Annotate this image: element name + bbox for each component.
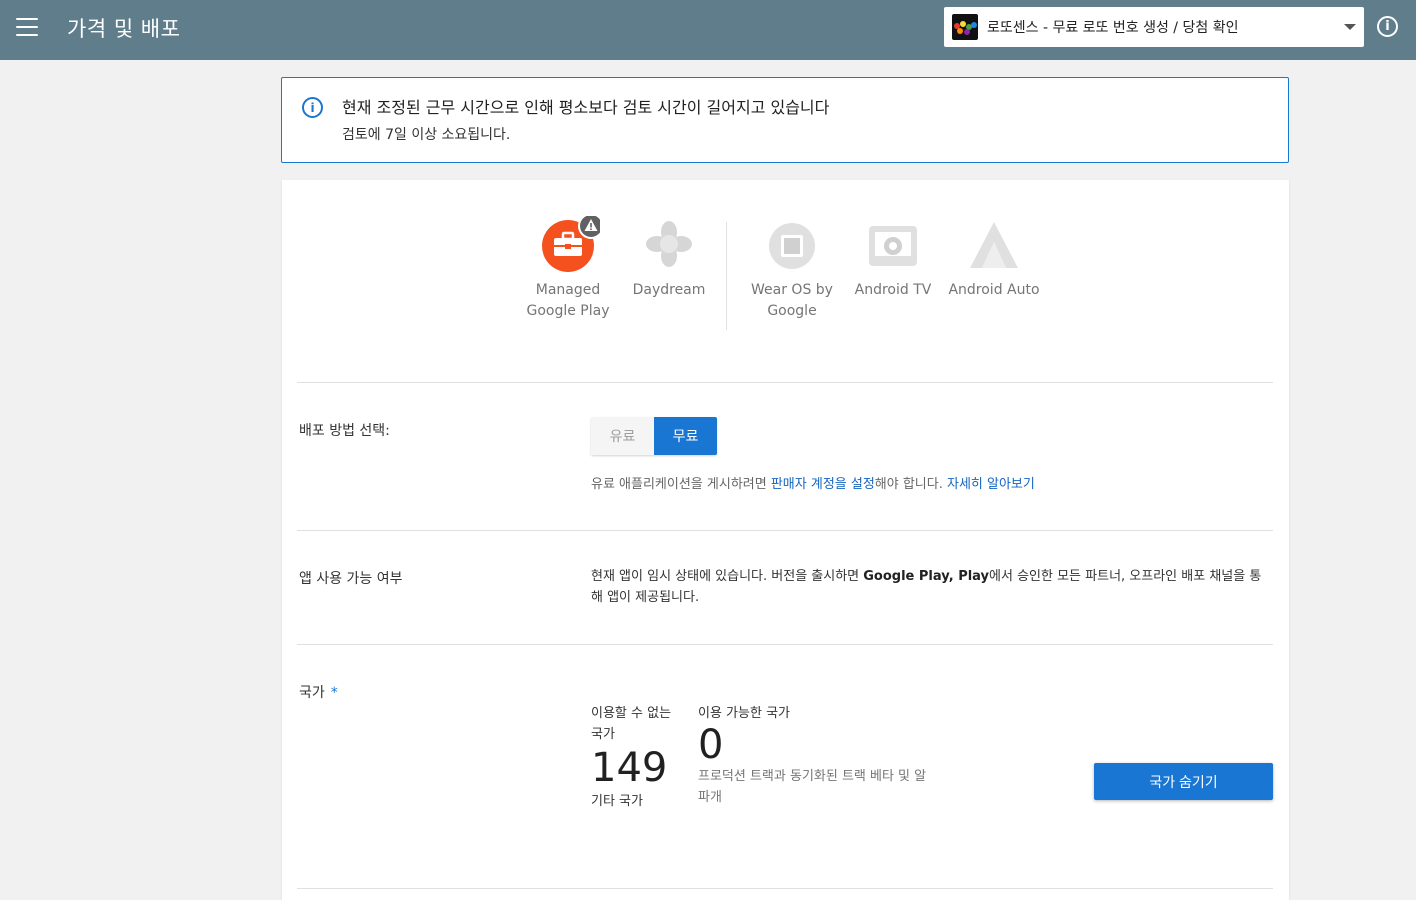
notice-body: 검토에 7일 이상 소요됩니다.: [342, 127, 511, 143]
info-icon[interactable]: i: [1377, 16, 1398, 37]
section-divider: [297, 644, 1273, 645]
device-label: Wear OS by Google: [751, 282, 833, 319]
review-delay-notice: i 현재 조정된 근무 시간으로 인해 평소보다 검토 시간이 길어지고 있습니…: [281, 77, 1289, 163]
tv-icon: [865, 216, 921, 272]
app-selector[interactable]: 로또센스 - 무료 로또 번호 생성 / 당첨 확인: [944, 7, 1364, 47]
page-title: 가격 및 배포: [67, 17, 181, 41]
device-wear-os[interactable]: Wear OS by Google: [737, 216, 847, 322]
availability-label: 앱 사용 가능 여부: [299, 571, 403, 587]
unavailable-countries: 이용할 수 없는 국가 149 기타 국가: [591, 703, 686, 812]
free-button[interactable]: 무료: [654, 417, 717, 455]
section-divider: [297, 382, 1273, 383]
notice-title: 현재 조정된 근무 시간으로 인해 평소보다 검토 시간이 길어지고 있습니다: [342, 98, 830, 117]
device-android-tv[interactable]: Android TV: [838, 216, 948, 301]
distribution-label: 배포 방법 선택:: [299, 423, 390, 439]
availability-text-bold: Google Play, Play: [863, 569, 990, 584]
menu-icon[interactable]: [16, 18, 38, 36]
unavailable-label: 이용할 수 없는 국가: [591, 706, 672, 742]
device-separator: [726, 222, 727, 330]
merchant-account-link[interactable]: 판매자 계정을 설정: [771, 477, 875, 492]
hint-suffix: 해야 합니다.: [874, 477, 947, 492]
required-mark: *: [330, 685, 338, 701]
briefcase-icon: [540, 213, 604, 272]
hint-prefix: 유료 애플리케이션을 게시하려면: [591, 477, 771, 492]
app-name: 로또센스 - 무료 로또 번호 생성 / 당첨 확인: [987, 20, 1239, 36]
top-bar: 가격 및 배포 로또센스 - 무료 로또 번호 생성 / 당첨 확인 i: [0, 0, 1416, 60]
daydream-icon: [641, 216, 697, 272]
pricing-toggle: 유료 무료: [591, 417, 717, 455]
available-countries: 이용 가능한 국가 0 프로덕션 트랙과 동기화된 트랙 베타 및 알파개: [698, 703, 928, 808]
info-icon: i: [302, 97, 323, 118]
auto-icon: [966, 216, 1022, 272]
device-label: Android TV: [854, 282, 932, 298]
paid-button[interactable]: 유료: [591, 417, 654, 455]
available-count: 0: [698, 722, 724, 768]
hide-countries-button[interactable]: 국가 숨기기: [1094, 763, 1273, 800]
device-daydream[interactable]: Daydream: [614, 216, 724, 301]
watch-icon: [764, 216, 820, 272]
section-divider: [297, 888, 1273, 889]
paid-hint: 유료 애플리케이션을 게시하려면 판매자 계정을 설정해야 합니다. 자세히 알…: [591, 473, 1035, 492]
device-label: Managed Google Play: [526, 282, 610, 319]
chevron-down-icon: [1344, 24, 1356, 30]
pricing-distribution-card: Managed Google Play Daydream Wear OS by …: [282, 180, 1289, 900]
device-android-auto[interactable]: Android Auto: [939, 216, 1049, 301]
app-logo-icon: [952, 14, 978, 40]
section-divider: [297, 530, 1273, 531]
device-label: Android Auto: [948, 282, 1040, 298]
unavailable-count: 149: [591, 745, 668, 791]
available-label: 이용 가능한 국가: [698, 706, 790, 721]
device-managed-google-play[interactable]: Managed Google Play: [513, 213, 623, 322]
countries-label: 국가 *: [299, 682, 338, 702]
availability-text-1: 현재 앱이 임시 상태에 있습니다. 버전을 출시하면: [591, 569, 864, 584]
device-label: Daydream: [632, 282, 706, 298]
unavailable-sub: 기타 국가: [591, 794, 643, 809]
availability-text: 현재 앱이 임시 상태에 있습니다. 버전을 출시하면 Google Play,…: [591, 566, 1271, 608]
available-sub: 프로덕션 트랙과 동기화된 트랙 베타 및 알파개: [698, 769, 927, 805]
learn-more-link[interactable]: 자세히 알아보기: [947, 477, 1035, 492]
countries-label-text: 국가: [299, 685, 325, 701]
